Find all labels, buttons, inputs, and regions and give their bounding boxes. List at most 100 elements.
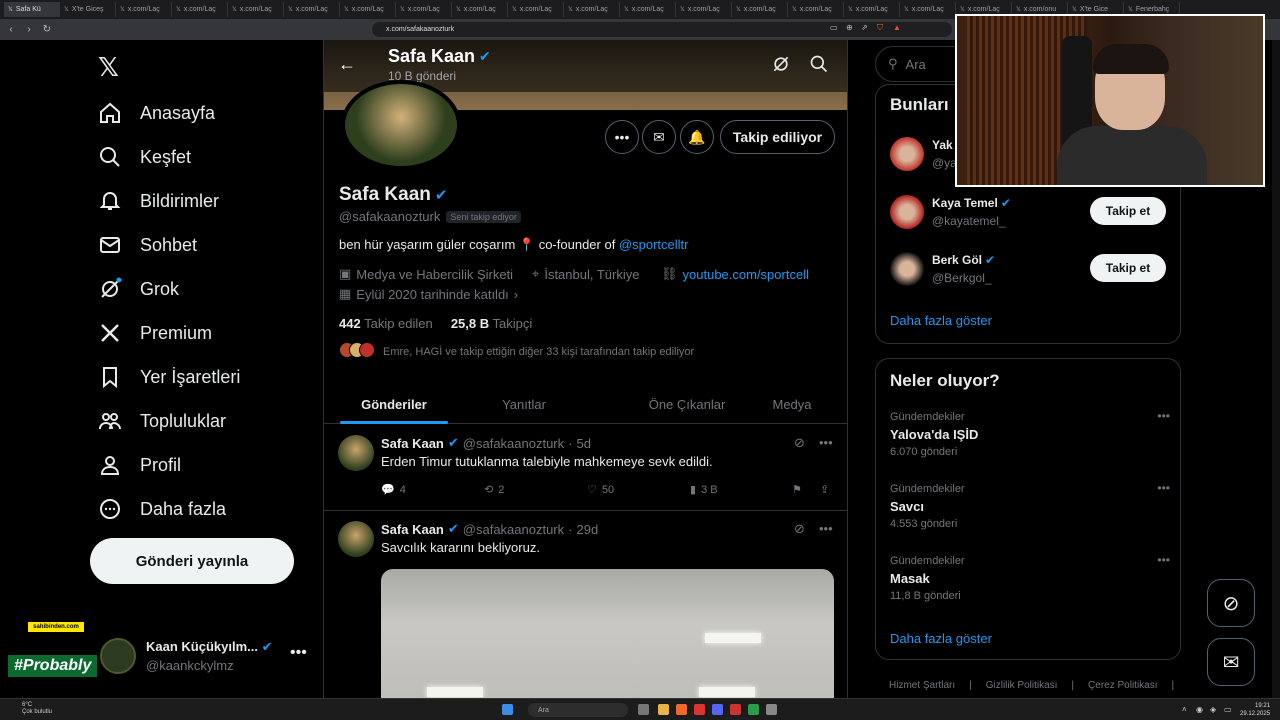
follow-button[interactable]: Takip et: [1090, 197, 1166, 225]
show-more-link[interactable]: Daha fazla göster: [890, 631, 992, 646]
zoom-icon[interactable]: ⊕: [846, 23, 853, 32]
tab-3[interactable]: Medya: [752, 384, 832, 424]
repost-action[interactable]: ⟲ 2: [484, 483, 504, 497]
profile-joined[interactable]: ▦ Eylül 2020 tarihinde katıldı ›: [339, 286, 518, 302]
like-action[interactable]: ♡ 50: [587, 483, 614, 497]
brave-shield-icon[interactable]: ⛉: [877, 23, 883, 33]
nav-item-bell[interactable]: Bildirimler: [98, 179, 219, 223]
browser-tab[interactable]: 𝕏x.com/Laç: [452, 2, 508, 17]
followed-by-row[interactable]: Emre, HAGİ ve takip ettiğin diğer 33 kiş…: [339, 342, 694, 361]
obs-icon[interactable]: [766, 704, 777, 715]
tweet[interactable]: Safa Kaan ✔ @safakaanozturk · 5d Erden Timur…: [324, 425, 847, 511]
browser-tab[interactable]: 𝕏x.com/Laç: [116, 2, 172, 17]
tab-2[interactable]: Öne Çıkanlar: [602, 384, 772, 424]
nav-item-user[interactable]: Profil: [98, 443, 181, 487]
views-action[interactable]: ▮ 3 B: [690, 483, 718, 497]
brave-icon[interactable]: [676, 704, 687, 715]
tweet-image[interactable]: [381, 569, 834, 709]
browser-tab[interactable]: 𝕏x.com/Laç: [844, 2, 900, 17]
share-icon[interactable]: ⇗: [861, 23, 868, 32]
browser-tab[interactable]: 𝕏 X'te Giceş: [60, 2, 116, 17]
nav-item-mail[interactable]: Sohbet: [98, 223, 197, 267]
more-dots-icon[interactable]: •••: [819, 435, 833, 450]
show-more-link[interactable]: Daha fazla göster: [890, 313, 992, 328]
tab-1[interactable]: Yanıtlar: [474, 384, 574, 424]
browser-tab[interactable]: 𝕏x.com/Laç: [788, 2, 844, 17]
task-view-icon[interactable]: [638, 704, 649, 715]
message-icon[interactable]: ✉: [642, 120, 676, 154]
profile-website[interactable]: ⛓ youtube.com/sportcell: [661, 266, 809, 282]
more-dots-icon[interactable]: •••: [605, 120, 639, 154]
more-dots-icon[interactable]: •••: [1157, 553, 1170, 567]
grok-icon[interactable]: [771, 54, 791, 74]
terms-link[interactable]: Hizmet Şartları: [889, 680, 955, 691]
profile-avatar[interactable]: [341, 80, 461, 170]
brave-rewards-icon[interactable]: ▲: [893, 23, 901, 32]
pip-icon[interactable]: ▭: [830, 23, 838, 32]
follow-button[interactable]: Takip et: [1090, 254, 1166, 282]
battery-icon[interactable]: ▭: [1224, 705, 1232, 714]
more-dots-icon[interactable]: •••: [819, 521, 833, 536]
taskbar-search[interactable]: Ara: [528, 703, 628, 717]
account-switcher[interactable]: Kaan Küçükyılm... ✔ @kaankckylmz •••: [100, 636, 324, 680]
followers-count-link[interactable]: 25,8 B Takipçi: [451, 316, 532, 331]
search-icon[interactable]: [809, 54, 829, 74]
nav-item-more-circle[interactable]: Daha fazla: [98, 487, 226, 531]
following-button[interactable]: Takip ediliyor: [720, 120, 835, 154]
share-icon[interactable]: ⇪: [820, 483, 829, 496]
browser-tab[interactable]: 𝕏x.com/Laç: [172, 2, 228, 17]
app-icon[interactable]: [694, 704, 705, 715]
browser-tab[interactable]: 𝕏x.com/Laç: [508, 2, 564, 17]
browser-tab[interactable]: 𝕏x.com/Laç: [284, 2, 340, 17]
tweet[interactable]: Safa Kaan ✔ @safakaanozturk · 29d Savcılık k…: [324, 511, 847, 720]
messages-fab-icon[interactable]: ✉: [1207, 638, 1255, 686]
grok-icon[interactable]: ⊘: [794, 521, 805, 537]
browser-tab[interactable]: 𝕏 Safa Kü: [4, 2, 60, 17]
network-icon[interactable]: ◉: [1196, 705, 1203, 714]
discord-icon[interactable]: [712, 704, 723, 715]
app-icon[interactable]: [730, 704, 741, 715]
trend-item[interactable]: Gündemdekiler Masak 11,8 B gönderi •••: [890, 553, 1170, 615]
following-count-link[interactable]: 442 Takip edilen: [339, 316, 433, 331]
x-logo-icon[interactable]: 𝕏: [98, 52, 130, 82]
trend-item[interactable]: Gündemdekiler Savcı 4.553 gönderi •••: [890, 481, 1170, 543]
more-dots-icon[interactable]: •••: [1157, 481, 1170, 495]
scrollbar[interactable]: [1272, 40, 1280, 700]
post-button[interactable]: Gönderi yayınla: [90, 538, 294, 584]
more-dots-icon[interactable]: •••: [1157, 409, 1170, 423]
back-nav-icon[interactable]: ‹: [4, 23, 18, 37]
reload-icon[interactable]: ↻: [40, 23, 54, 37]
volume-icon[interactable]: ◈: [1210, 705, 1216, 714]
tweet-avatar[interactable]: [338, 521, 374, 557]
app-icon[interactable]: [748, 704, 759, 715]
tray-chevron-icon[interactable]: ˄: [1182, 705, 1187, 714]
weather-widget[interactable]: 6°C Çok bulutlu: [22, 702, 52, 716]
more-dots-icon[interactable]: •••: [290, 644, 307, 662]
nav-item-search[interactable]: Keşfet: [98, 135, 191, 179]
reply-action[interactable]: 💬 4: [381, 483, 406, 497]
nav-item-x-logo[interactable]: Premium: [98, 311, 212, 355]
nav-item-home[interactable]: Anasayfa: [98, 91, 215, 135]
privacy-link[interactable]: Gizlilik Politikası: [986, 680, 1058, 691]
browser-tab[interactable]: 𝕏x.com/Laç: [340, 2, 396, 17]
bio-link[interactable]: @sportcelltr: [619, 237, 689, 252]
suggested-user[interactable]: Kaya Temel ✔ @kayatemel_ Takip et: [890, 195, 1170, 235]
tweet-avatar[interactable]: [338, 435, 374, 471]
browser-tab[interactable]: 𝕏x.com/Laç: [900, 2, 956, 17]
notify-bell-icon[interactable]: 🔔: [680, 120, 714, 154]
back-arrow-icon[interactable]: ←: [338, 54, 356, 75]
suggested-user[interactable]: Berk Göl ✔ @Berkgol_ Takip et: [890, 252, 1170, 292]
browser-tab[interactable]: 𝕏x.com/Laç: [396, 2, 452, 17]
cookie-link[interactable]: Çerez Politikası: [1088, 680, 1157, 691]
nav-item-people[interactable]: Topluluklar: [98, 399, 226, 443]
file-explorer-icon[interactable]: [658, 704, 669, 715]
trend-item[interactable]: Gündemdekiler Yalova'da IŞİD 6.070 gönde…: [890, 409, 1170, 471]
browser-tab[interactable]: 𝕏x.com/Laç: [564, 2, 620, 17]
forward-nav-icon[interactable]: ›: [22, 23, 36, 37]
tab-0[interactable]: Gönderiler: [340, 384, 448, 424]
nav-item-bookmark[interactable]: Yer İşaretleri: [98, 355, 240, 399]
grok-icon[interactable]: ⊘: [794, 435, 805, 451]
windows-start-icon[interactable]: [502, 704, 513, 715]
taskbar-clock[interactable]: 19:21 29.12.2025: [1240, 702, 1270, 718]
nav-item-grok[interactable]: Grok: [98, 267, 179, 311]
